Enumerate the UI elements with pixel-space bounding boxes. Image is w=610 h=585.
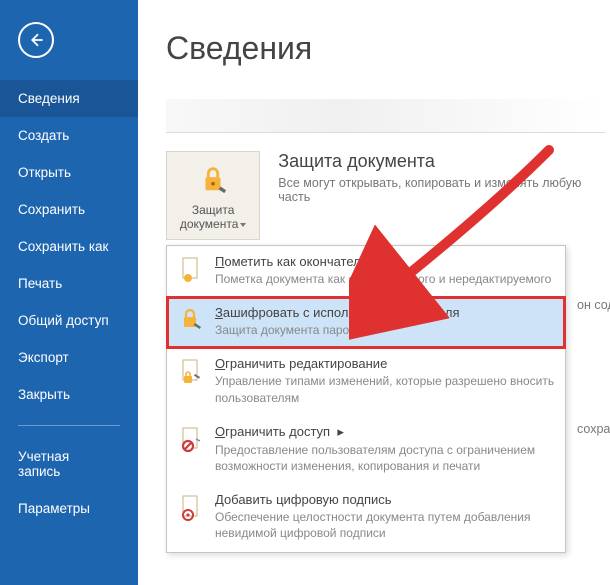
menu-restrict-editing[interactable]: Ограничить редактирование Управление тип… [167, 348, 565, 415]
menu-restrict-access[interactable]: Ограничить доступ ▸ Предоставление польз… [167, 416, 565, 484]
lock-key-icon [177, 305, 205, 331]
nav-new[interactable]: Создать [0, 117, 138, 154]
nav-account[interactable]: Учетная запись [0, 438, 138, 490]
nav-info[interactable]: Сведения [0, 80, 138, 117]
nav-close[interactable]: Закрыть [0, 376, 138, 413]
lock-pencil-icon [177, 356, 205, 386]
page-title: Сведения [166, 30, 610, 67]
menu-add-signature[interactable]: Добавить цифровую подпись Обеспечение це… [167, 484, 565, 551]
nav-divider [18, 425, 120, 426]
document-path-bar [166, 99, 606, 133]
protect-document-button[interactable]: Защита документа [166, 151, 260, 240]
back-button[interactable] [18, 22, 54, 58]
menu-item-title: Ограничить редактирование [215, 356, 555, 371]
menu-item-title: Добавить цифровую подпись [215, 492, 555, 507]
menu-item-title: Зашифровать с использованием пароля [215, 305, 460, 320]
menu-item-desc: Управление типами изменений, которые раз… [215, 373, 555, 405]
flag-icon [177, 254, 205, 284]
protect-heading: Защита документа [278, 151, 610, 172]
trailing-text: он содер [577, 298, 610, 312]
trailing-text: сохранен [577, 422, 610, 436]
lock-key-icon [171, 164, 255, 197]
menu-item-title: Пометить как окончательный [215, 254, 551, 269]
back-arrow-icon [27, 31, 45, 49]
protect-button-label: Защита документа [171, 203, 255, 231]
menu-item-desc: Предоставление пользователям доступа с о… [215, 442, 555, 474]
protect-subtext: Все могут открывать, копировать и изменя… [278, 176, 610, 204]
signature-icon [177, 492, 205, 522]
nav-save-as[interactable]: Сохранить как [0, 228, 138, 265]
menu-item-desc: Защита документа паролем [215, 322, 460, 338]
menu-encrypt-password[interactable]: Зашифровать с использованием пароля Защи… [167, 297, 565, 348]
nav-save[interactable]: Сохранить [0, 191, 138, 228]
nav-open[interactable]: Открыть [0, 154, 138, 191]
menu-item-desc: Обеспечение целостности документа путем … [215, 509, 555, 541]
nav-print[interactable]: Печать [0, 265, 138, 302]
restrict-access-icon [177, 424, 205, 454]
nav-export[interactable]: Экспорт [0, 339, 138, 376]
protect-dropdown: Пометить как окончательный Пометка докум… [166, 245, 566, 553]
nav-share[interactable]: Общий доступ [0, 302, 138, 339]
menu-item-desc: Пометка документа как окончательного и н… [215, 271, 551, 287]
menu-mark-final[interactable]: Пометить как окончательный Пометка докум… [167, 246, 565, 297]
menu-item-title: Ограничить доступ ▸ [215, 424, 555, 440]
nav-options[interactable]: Параметры [0, 490, 138, 527]
